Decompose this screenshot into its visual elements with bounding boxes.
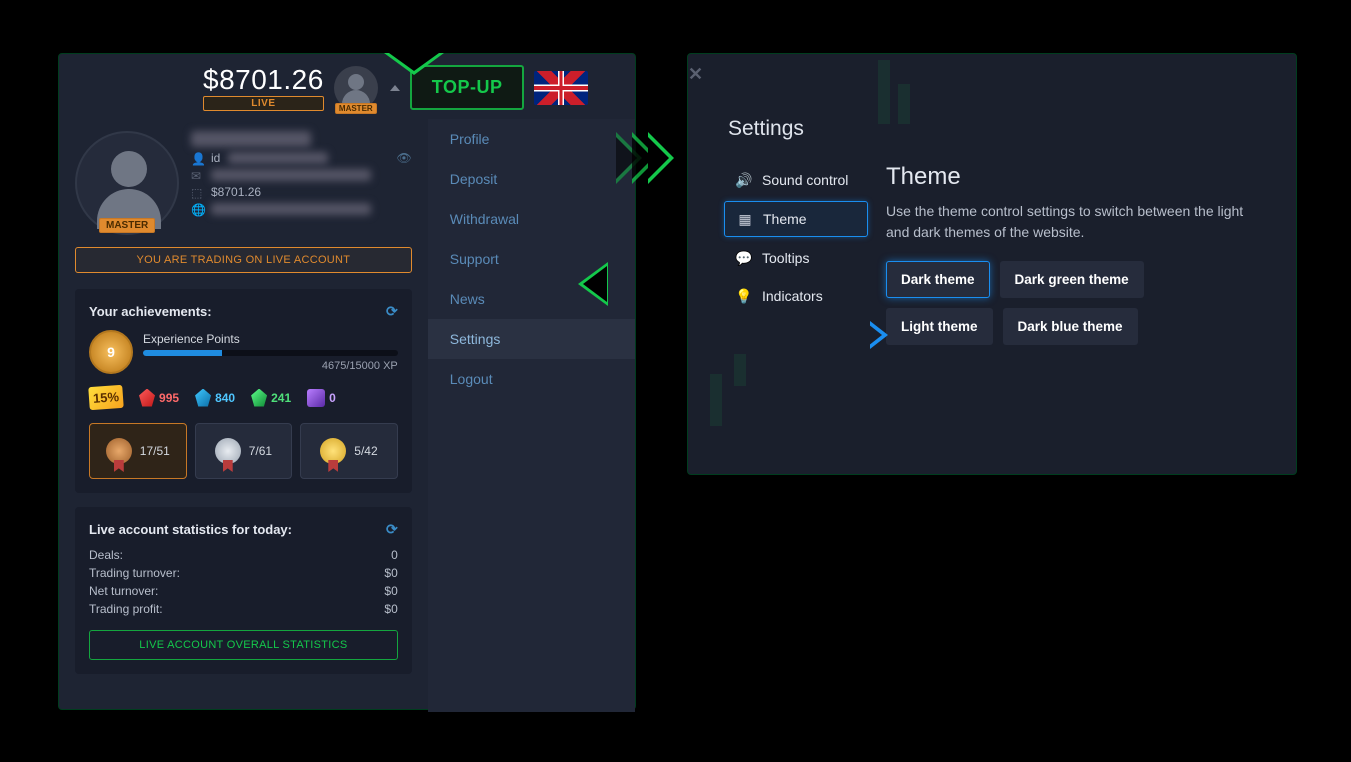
gem-blue-count: 840 (215, 391, 235, 405)
live-account-banner: YOU ARE TRADING ON LIVE ACCOUNT (75, 247, 412, 273)
refresh-icon[interactable]: ⟳ (386, 521, 398, 538)
profile-country-hidden (211, 203, 371, 215)
medal-silver-count: 7/61 (249, 444, 272, 458)
xp-progress-bar (143, 350, 398, 356)
gem-green-icon (251, 389, 267, 407)
theme-description: Use the theme control settings to switch… (886, 201, 1260, 243)
gem-red-count: 995 (159, 391, 179, 405)
profile-id-hidden (228, 152, 328, 164)
profile-balance: $8701.26 (211, 185, 261, 199)
dropdown-caret-icon[interactable] (390, 85, 400, 91)
settings-nav-label: Tooltips (762, 250, 809, 266)
medal-silver-card[interactable]: 7/61 (195, 423, 293, 479)
medal-bronze-card[interactable]: 17/51 (89, 423, 187, 479)
nav-logout[interactable]: Logout (428, 359, 635, 399)
header-bar: $8701.26 LIVE MASTER TOP-UP (59, 54, 635, 119)
settings-panel: ✕ Settings 🔊 Sound control ▦ Theme 💬 Too… (687, 53, 1297, 475)
tooltip-icon: 💬 (736, 250, 752, 266)
theme-option-dark-blue[interactable]: Dark blue theme (1003, 308, 1138, 345)
user-icon: 👤 (191, 152, 203, 164)
balance-amount: $8701.26 (203, 64, 324, 96)
account-type-badge: LIVE (203, 96, 324, 111)
profile-column: MASTER 👤 id 👁 ✉ ⬚ (59, 119, 428, 712)
gem-purple-icon (307, 389, 325, 407)
stat-label: Deals: (89, 548, 123, 562)
nav-withdrawal[interactable]: Withdrawal (428, 199, 635, 239)
eye-toggle-icon[interactable]: 👁 (397, 151, 412, 165)
settings-nav-theme[interactable]: ▦ Theme (724, 201, 868, 237)
pointer-caret-icon (384, 53, 444, 75)
stat-value: 0 (391, 548, 398, 562)
refresh-icon[interactable]: ⟳ (386, 303, 398, 320)
medal-silver-icon (215, 438, 241, 464)
achievements-title: Your achievements: (89, 304, 212, 319)
bonus-badge: 15% (88, 385, 124, 410)
settings-nav-indicators[interactable]: 💡 Indicators (724, 279, 868, 313)
settings-title: Settings (688, 83, 1296, 141)
settings-content: Theme Use the theme control settings to … (886, 163, 1260, 345)
grid-icon: ▦ (737, 211, 753, 227)
header-avatar[interactable]: MASTER (334, 66, 378, 110)
stat-label: Trading profit: (89, 602, 163, 616)
theme-option-dark[interactable]: Dark theme (886, 261, 990, 298)
profile-avatar: MASTER (75, 131, 179, 235)
sound-icon: 🔊 (736, 172, 752, 188)
globe-icon: 🌐 (191, 203, 203, 215)
settings-nav-label: Theme (763, 211, 807, 227)
xp-label: Experience Points (143, 332, 398, 346)
stat-value: $0 (384, 602, 397, 616)
gem-blue-icon (195, 389, 211, 407)
medal-bronze-icon (106, 438, 132, 464)
nav-settings[interactable]: Settings (428, 319, 635, 359)
profile-rank-badge: MASTER (99, 218, 155, 233)
theme-option-dark-green[interactable]: Dark green theme (1000, 261, 1144, 298)
stat-value: $0 (384, 584, 397, 598)
stats-card: Live account statistics for today: ⟳ Dea… (75, 507, 412, 674)
balance-block: $8701.26 LIVE (203, 64, 324, 111)
achievements-card: Your achievements: ⟳ 9 Experience Points… (75, 289, 412, 493)
gem-purple-count: 0 (329, 391, 336, 405)
stat-label: Net turnover: (89, 584, 158, 598)
xp-text: 4675/15000 XP (143, 360, 398, 372)
settings-nav-sound[interactable]: 🔊 Sound control (724, 163, 868, 197)
bulb-icon: 💡 (736, 288, 752, 304)
mail-icon: ✉ (191, 169, 203, 181)
medal-gold-card[interactable]: 5/42 (300, 423, 398, 479)
theme-heading: Theme (886, 163, 1260, 191)
nav-deposit[interactable]: Deposit (428, 159, 635, 199)
settings-nav-label: Indicators (762, 288, 823, 304)
profile-name-hidden (191, 131, 311, 147)
settings-nav-tooltips[interactable]: 💬 Tooltips (724, 241, 868, 275)
profile-email-hidden (211, 169, 371, 181)
medal-gold-count: 5/42 (354, 444, 377, 458)
nav-profile[interactable]: Profile (428, 119, 635, 159)
settings-nav-label: Sound control (762, 172, 848, 188)
overall-stats-button[interactable]: LIVE ACCOUNT OVERALL STATISTICS (89, 630, 398, 660)
account-panel: $8701.26 LIVE MASTER TOP-UP MASTER 👤 id (58, 53, 636, 710)
gem-red-icon (139, 389, 155, 407)
gem-green-count: 241 (271, 391, 291, 405)
level-badge: 9 (89, 330, 133, 374)
avatar-rank-badge: MASTER (335, 103, 377, 114)
theme-option-light[interactable]: Light theme (886, 308, 993, 345)
wallet-icon: ⬚ (191, 186, 203, 198)
account-nav: Profile Deposit Withdrawal Support News … (428, 119, 635, 712)
profile-info: 👤 id 👁 ✉ ⬚ $8701.26 🌐 (191, 131, 412, 235)
medal-gold-icon (320, 438, 346, 464)
stat-label: Trading turnover: (89, 566, 180, 580)
stat-value: $0 (384, 566, 397, 580)
id-label: id (211, 151, 220, 165)
settings-nav: 🔊 Sound control ▦ Theme 💬 Tooltips 💡 Ind… (724, 163, 868, 345)
stats-title: Live account statistics for today: (89, 522, 292, 537)
language-flag-uk[interactable] (534, 71, 588, 105)
medal-bronze-count: 17/51 (140, 444, 170, 458)
